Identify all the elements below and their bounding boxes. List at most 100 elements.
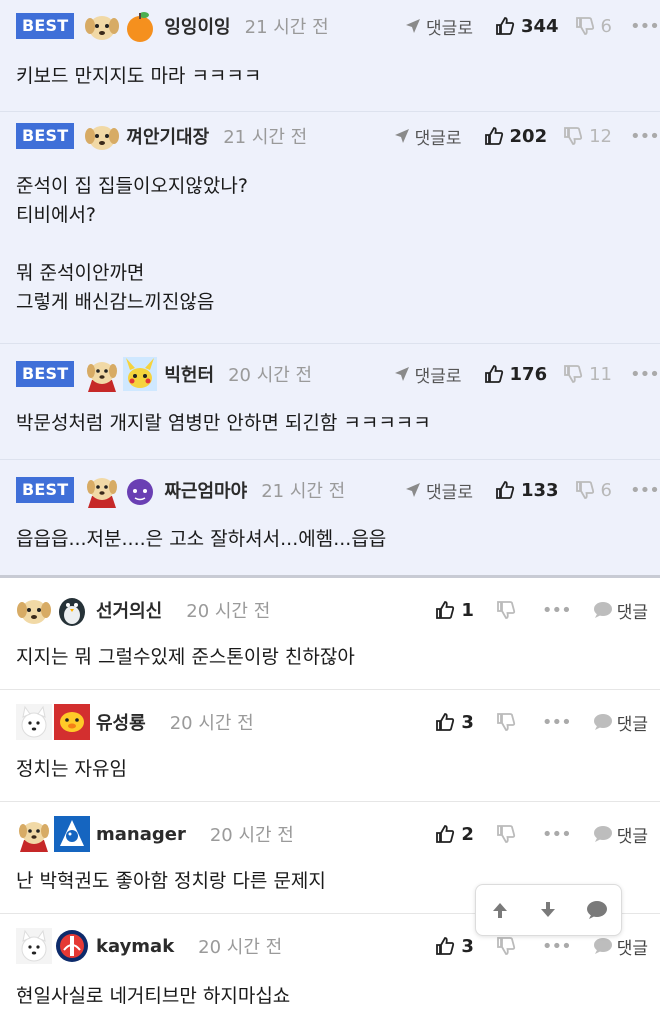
dislike-count: 12: [589, 125, 612, 147]
nickname[interactable]: 껴안기대장: [126, 123, 209, 149]
like-count: 1: [461, 599, 474, 621]
dislike-button[interactable]: 11: [563, 364, 612, 385]
more-icon[interactable]: •••: [630, 126, 660, 147]
scroll-up-button[interactable]: [489, 899, 511, 921]
thumbs-up-icon: [436, 713, 455, 731]
puppy-red-avatar[interactable]: [16, 816, 52, 852]
psg-crest-avatar[interactable]: [54, 928, 90, 964]
dislike-count: 11: [589, 363, 612, 385]
nickname[interactable]: 짜근엄마야: [164, 477, 247, 503]
dislike-button[interactable]: 6: [575, 480, 612, 501]
speech-bubble-icon: [593, 938, 612, 954]
like-count: 2: [461, 823, 474, 845]
reply-button[interactable]: 댓글로: [404, 478, 473, 503]
puppy-avatar[interactable]: [16, 592, 52, 628]
dislike-button[interactable]: 6: [575, 16, 612, 37]
like-button[interactable]: 1: [435, 600, 474, 621]
like-button[interactable]: 202: [484, 125, 548, 147]
comment-reply-button[interactable]: 댓글: [593, 710, 648, 735]
thumbs-down-icon: [496, 825, 515, 843]
like-count: 133: [520, 479, 559, 501]
more-icon[interactable]: •••: [630, 364, 660, 385]
like-button[interactable]: 3: [435, 712, 474, 733]
best-comment: BEST 잉잉이잉 21 시간 전 댓글로 344 6 ••• 키보드 만지지도…: [0, 0, 660, 112]
comment-item: 유성룡 20 시간 전 3 ••• 댓글 정치는 자유임: [0, 690, 660, 802]
dislike-button[interactable]: [496, 600, 516, 620]
comment-text: 현일사실로 네거티브만 하지마십쇼: [16, 985, 291, 1007]
comment-text: 준석이 집 집들이오지않았나? 티비에서? 뭐 준석이안까면 그렇게 배신감느끼…: [16, 175, 248, 313]
reply-button[interactable]: 댓글로: [404, 14, 473, 39]
arrow-up-icon: [493, 903, 508, 918]
dislike-button[interactable]: 12: [563, 126, 612, 147]
nickname[interactable]: 유성룡: [96, 709, 146, 735]
reply-button[interactable]: 댓글로: [393, 124, 462, 149]
floating-nav: [475, 884, 622, 936]
comment-text: 박문성처럼 개지랄 염병만 안하면 되긴함 ㅋㅋㅋㅋㅋ: [16, 412, 431, 434]
comment-reply-button[interactable]: 댓글: [593, 934, 648, 959]
puppy-red-avatar[interactable]: [84, 472, 120, 508]
white-dog-avatar[interactable]: [16, 928, 52, 964]
speech-bubble-icon: [593, 602, 612, 618]
pikachu-avatar[interactable]: [122, 356, 158, 392]
best-comment: BEST 껴안기대장 21 시간 전 댓글로 202 12 ••• 준석이 집 …: [0, 112, 660, 344]
reply-button[interactable]: 댓글로: [393, 362, 462, 387]
nickname[interactable]: 빅헌터: [164, 361, 214, 387]
speech-bubble-icon: [593, 826, 612, 842]
timestamp: 20 시간 전: [209, 825, 294, 846]
more-icon[interactable]: •••: [630, 480, 660, 501]
like-button[interactable]: 2: [435, 824, 474, 845]
timestamp: 20 시간 전: [198, 937, 283, 958]
like-button[interactable]: 133: [495, 480, 559, 501]
more-icon[interactable]: •••: [542, 712, 572, 733]
more-icon[interactable]: •••: [630, 16, 660, 37]
nickname[interactable]: 잉잉이잉: [164, 13, 230, 39]
thumbs-up-icon: [436, 601, 455, 619]
thumbs-up-icon: [436, 825, 455, 843]
puppy-avatar[interactable]: [84, 118, 120, 154]
thumbs-up-icon: [484, 365, 503, 383]
more-icon[interactable]: •••: [542, 824, 572, 845]
comment-jump-button[interactable]: [586, 900, 608, 920]
timestamp: 21 시간 전: [223, 127, 308, 148]
comment-text: 키보드 만지지도 마라 ㅋㅋㅋㅋ: [16, 65, 262, 87]
more-icon[interactable]: •••: [542, 936, 572, 957]
comment-item: 선거의신 20 시간 전 1 ••• 댓글 지지는 뭐 그럴수있제 준스톤이랑 …: [0, 578, 660, 690]
dislike-count: 6: [600, 479, 612, 501]
thumbs-down-icon: [496, 937, 515, 955]
purple-blob-avatar[interactable]: [122, 472, 158, 508]
dislike-button[interactable]: [496, 712, 516, 732]
best-badge: BEST: [16, 123, 75, 149]
more-icon[interactable]: •••: [542, 600, 572, 621]
blue-mascot-avatar[interactable]: [54, 816, 90, 852]
white-dog-avatar[interactable]: [16, 704, 52, 740]
arrow-down-icon: [541, 902, 556, 917]
dislike-button[interactable]: [496, 824, 516, 844]
nickname[interactable]: 선거의신: [96, 597, 162, 623]
orange-avatar[interactable]: [122, 8, 158, 44]
comment-reply-button[interactable]: 댓글: [593, 598, 648, 623]
comment-reply-button[interactable]: 댓글: [593, 822, 648, 847]
thumbs-up-icon: [436, 937, 455, 955]
penguin-avatar[interactable]: [54, 592, 90, 628]
send-icon: [394, 367, 409, 381]
nickname[interactable]: kaymak: [96, 936, 174, 957]
like-count: 344: [520, 15, 559, 37]
best-badge: BEST: [16, 477, 75, 503]
red-pig-avatar[interactable]: [54, 704, 90, 740]
puppy-avatar[interactable]: [84, 8, 120, 44]
like-button[interactable]: 176: [484, 364, 547, 385]
like-count: 202: [509, 125, 548, 147]
like-button[interactable]: 3: [435, 936, 474, 957]
comment-list: BEST 잉잉이잉 21 시간 전 댓글로 344 6 ••• 키보드 만지지도…: [0, 0, 660, 1007]
like-button[interactable]: 344: [495, 16, 559, 37]
best-badge: BEST: [16, 13, 75, 39]
reply-label: 댓글로: [426, 482, 473, 503]
comment-label: 댓글: [616, 826, 648, 847]
dislike-button[interactable]: [496, 936, 516, 956]
puppy-red-avatar[interactable]: [84, 356, 120, 392]
nickname[interactable]: manager: [96, 824, 186, 845]
thumbs-down-icon: [575, 17, 594, 35]
reply-label: 댓글로: [426, 18, 473, 39]
scroll-down-button[interactable]: [537, 899, 559, 921]
timestamp: 21 시간 전: [261, 481, 346, 502]
